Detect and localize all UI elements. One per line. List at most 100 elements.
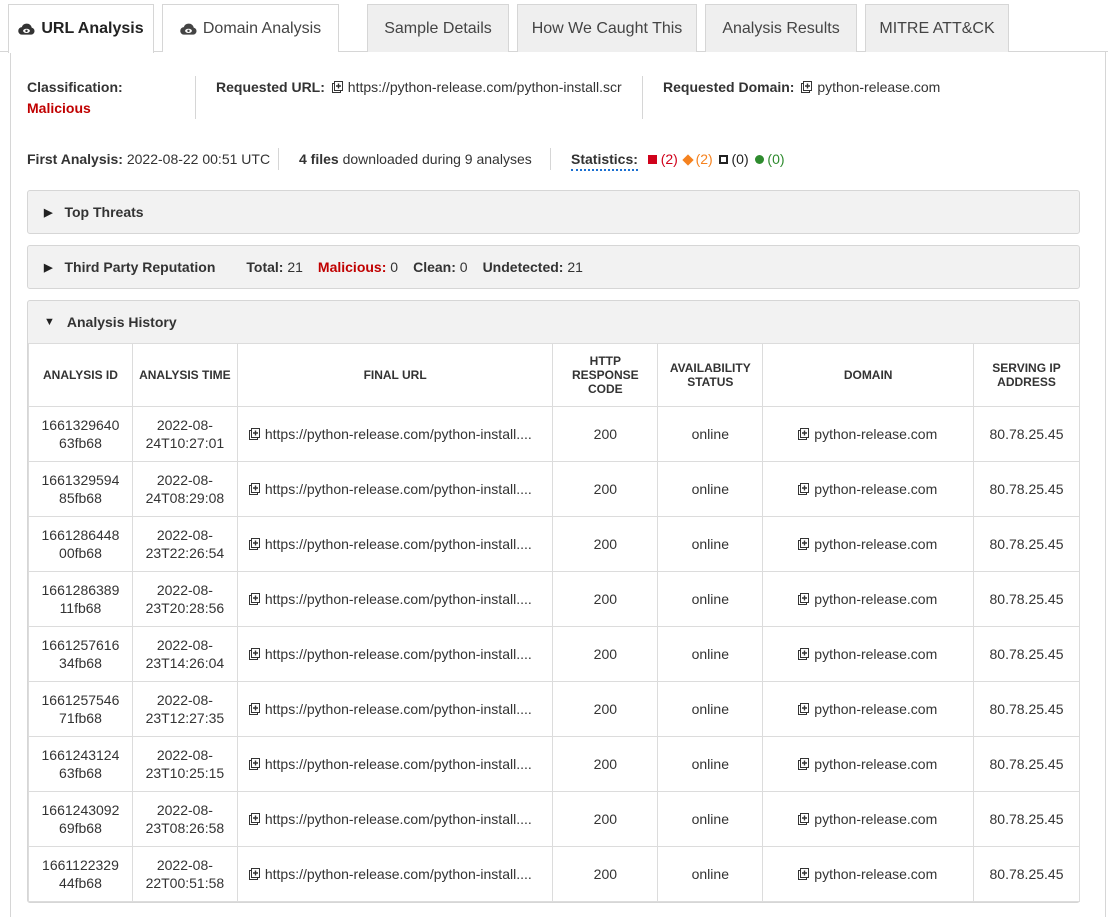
copy-icon[interactable]: [248, 483, 260, 495]
copy-icon[interactable]: [798, 868, 810, 880]
cloud-eye-icon: [180, 23, 197, 35]
availability-cell: online: [657, 791, 764, 847]
column-header[interactable]: AVAILABILITY STATUS: [657, 343, 764, 407]
column-header[interactable]: SERVING IP ADDRESS: [973, 343, 1080, 407]
column-header[interactable]: ANALYSIS ID: [28, 343, 133, 407]
final-url-value[interactable]: https://python-release.com/python-instal…: [265, 811, 532, 827]
table-row[interactable]: 1661286389 11fb68 2022-08- 23T20:28:56 https…: [28, 571, 1080, 627]
column-header[interactable]: FINAL URL: [236, 343, 554, 407]
tab-how-we-caught-this[interactable]: How We Caught This: [517, 4, 697, 52]
clean-count: Clean: 0: [413, 259, 468, 275]
domain-value[interactable]: python-release.com: [814, 426, 937, 442]
copy-icon[interactable]: [798, 758, 810, 770]
copy-icon[interactable]: [248, 593, 260, 605]
http-code-cell: 200: [552, 571, 659, 627]
domain-value[interactable]: python-release.com: [814, 811, 937, 827]
final-url-value[interactable]: https://python-release.com/python-instal…: [265, 481, 532, 497]
divider: [550, 148, 551, 170]
serving-ip-cell: 80.78.25.45: [973, 791, 1080, 847]
final-url-value[interactable]: https://python-release.com/python-instal…: [265, 756, 532, 772]
domain-value[interactable]: python-release.com: [814, 756, 937, 772]
analysis-time-cell: 2022-08- 22T00:51:58: [131, 846, 238, 902]
copy-icon[interactable]: [248, 813, 260, 825]
table-row[interactable]: 1661243124 63fb68 2022-08- 23T10:25:15 https…: [28, 736, 1080, 792]
column-header[interactable]: ANALYSIS TIME: [131, 343, 238, 407]
analysis-id-line1: 1661329594: [41, 472, 120, 488]
analysis-time-line2: 23T10:25:15: [145, 765, 225, 781]
copy-icon[interactable]: [248, 428, 260, 440]
availability-cell: online: [657, 571, 764, 627]
requested-url-value[interactable]: https://python-release.com/python-instal…: [348, 79, 622, 95]
final-url-cell: https://python-release.com/python-instal…: [236, 571, 554, 627]
analysis-id-line1: 1661286448: [41, 527, 120, 543]
analysis-id-cell: 1661257546 71fb68: [28, 681, 133, 737]
domain-value[interactable]: python-release.com: [814, 591, 937, 607]
final-url-value[interactable]: https://python-release.com/python-instal…: [265, 591, 532, 607]
availability-cell: online: [657, 626, 764, 682]
tab-domain-analysis[interactable]: Domain Analysis: [162, 4, 339, 52]
third-party-reputation-toggle[interactable]: ▶ Third Party Reputation Total: 21 Malic…: [28, 246, 1079, 288]
tab-label: URL Analysis: [41, 20, 144, 37]
table-row[interactable]: 1661257546 71fb68 2022-08- 23T12:27:35 https…: [28, 681, 1080, 737]
copy-icon[interactable]: [801, 81, 813, 93]
table-row[interactable]: 1661257616 34fb68 2022-08- 23T14:26:04 https…: [28, 626, 1080, 682]
final-url-cell: https://python-release.com/python-instal…: [236, 406, 554, 462]
copy-icon[interactable]: [798, 703, 810, 715]
domain-value[interactable]: python-release.com: [814, 536, 937, 552]
http-code-cell: 200: [552, 626, 659, 682]
final-url-value[interactable]: https://python-release.com/python-instal…: [265, 536, 532, 552]
final-url-value[interactable]: https://python-release.com/python-instal…: [265, 701, 532, 717]
statistics-label[interactable]: Statistics:: [571, 151, 638, 171]
domain-value[interactable]: python-release.com: [814, 481, 937, 497]
tab-url-analysis[interactable]: URL Analysis: [8, 4, 154, 53]
copy-icon[interactable]: [248, 758, 260, 770]
table-row[interactable]: 1661243092 69fb68 2022-08- 23T08:26:58 https…: [28, 791, 1080, 847]
stat-clean: (0): [753, 151, 785, 167]
tab-analysis-results[interactable]: Analysis Results: [705, 4, 857, 52]
tab-label: How We Caught This: [531, 19, 683, 37]
copy-icon[interactable]: [798, 813, 810, 825]
serving-ip-cell: 80.78.25.45: [973, 406, 1080, 462]
analysis-time-line2: 24T10:27:01: [145, 435, 225, 451]
copy-icon[interactable]: [798, 428, 810, 440]
domain-cell: python-release.com: [762, 461, 975, 517]
analysis-id-line2: 71fb68: [59, 710, 102, 726]
copy-icon[interactable]: [248, 868, 260, 880]
copy-icon[interactable]: [798, 648, 810, 660]
final-url-cell: https://python-release.com/python-instal…: [236, 736, 554, 792]
table-row[interactable]: 1661329594 85fb68 2022-08- 24T08:29:08 https…: [28, 461, 1080, 517]
final-url-value[interactable]: https://python-release.com/python-instal…: [265, 646, 532, 662]
domain-value[interactable]: python-release.com: [814, 646, 937, 662]
analysis-history-toggle[interactable]: ▼ Analysis History: [28, 301, 1079, 343]
table-row[interactable]: 1661286448 00fb68 2022-08- 23T22:26:54 https…: [28, 516, 1080, 572]
column-header[interactable]: DOMAIN: [762, 343, 975, 407]
analysis-time-line1: 2022-08-: [156, 857, 213, 873]
http-code-cell: 200: [552, 791, 659, 847]
requested-domain: Requested Domain: python-release.com: [663, 79, 940, 95]
tab-mitre-attack[interactable]: MITRE ATT&CK: [865, 4, 1009, 52]
copy-icon[interactable]: [798, 538, 810, 550]
total-count: Total: 21: [246, 259, 303, 275]
hollow-square-icon: [718, 155, 728, 164]
copy-icon[interactable]: [248, 703, 260, 715]
analysis-id-line2: 69fb68: [59, 820, 102, 836]
tab-sample-details[interactable]: Sample Details: [367, 4, 509, 52]
top-threats-toggle[interactable]: ▶ Top Threats: [28, 191, 1079, 233]
analysis-time-line1: 2022-08-: [156, 692, 213, 708]
analysis-time-line2: 23T22:26:54: [145, 545, 225, 561]
final-url-value[interactable]: https://python-release.com/python-instal…: [265, 866, 532, 882]
red-square-icon: [647, 155, 657, 164]
requested-domain-value[interactable]: python-release.com: [817, 79, 940, 95]
serving-ip-cell: 80.78.25.45: [973, 461, 1080, 517]
domain-value[interactable]: python-release.com: [814, 701, 937, 717]
final-url-value[interactable]: https://python-release.com/python-instal…: [265, 426, 532, 442]
copy-icon[interactable]: [798, 593, 810, 605]
copy-icon[interactable]: [798, 483, 810, 495]
copy-icon[interactable]: [248, 648, 260, 660]
table-row[interactable]: 1661329640 63fb68 2022-08- 24T10:27:01 https…: [28, 406, 1080, 462]
column-header[interactable]: HTTP RESPONSE CODE: [552, 343, 659, 407]
table-row[interactable]: 1661122329 44fb68 2022-08- 22T00:51:58 https…: [28, 846, 1080, 902]
copy-icon[interactable]: [248, 538, 260, 550]
domain-value[interactable]: python-release.com: [814, 866, 937, 882]
copy-icon[interactable]: [331, 81, 343, 93]
